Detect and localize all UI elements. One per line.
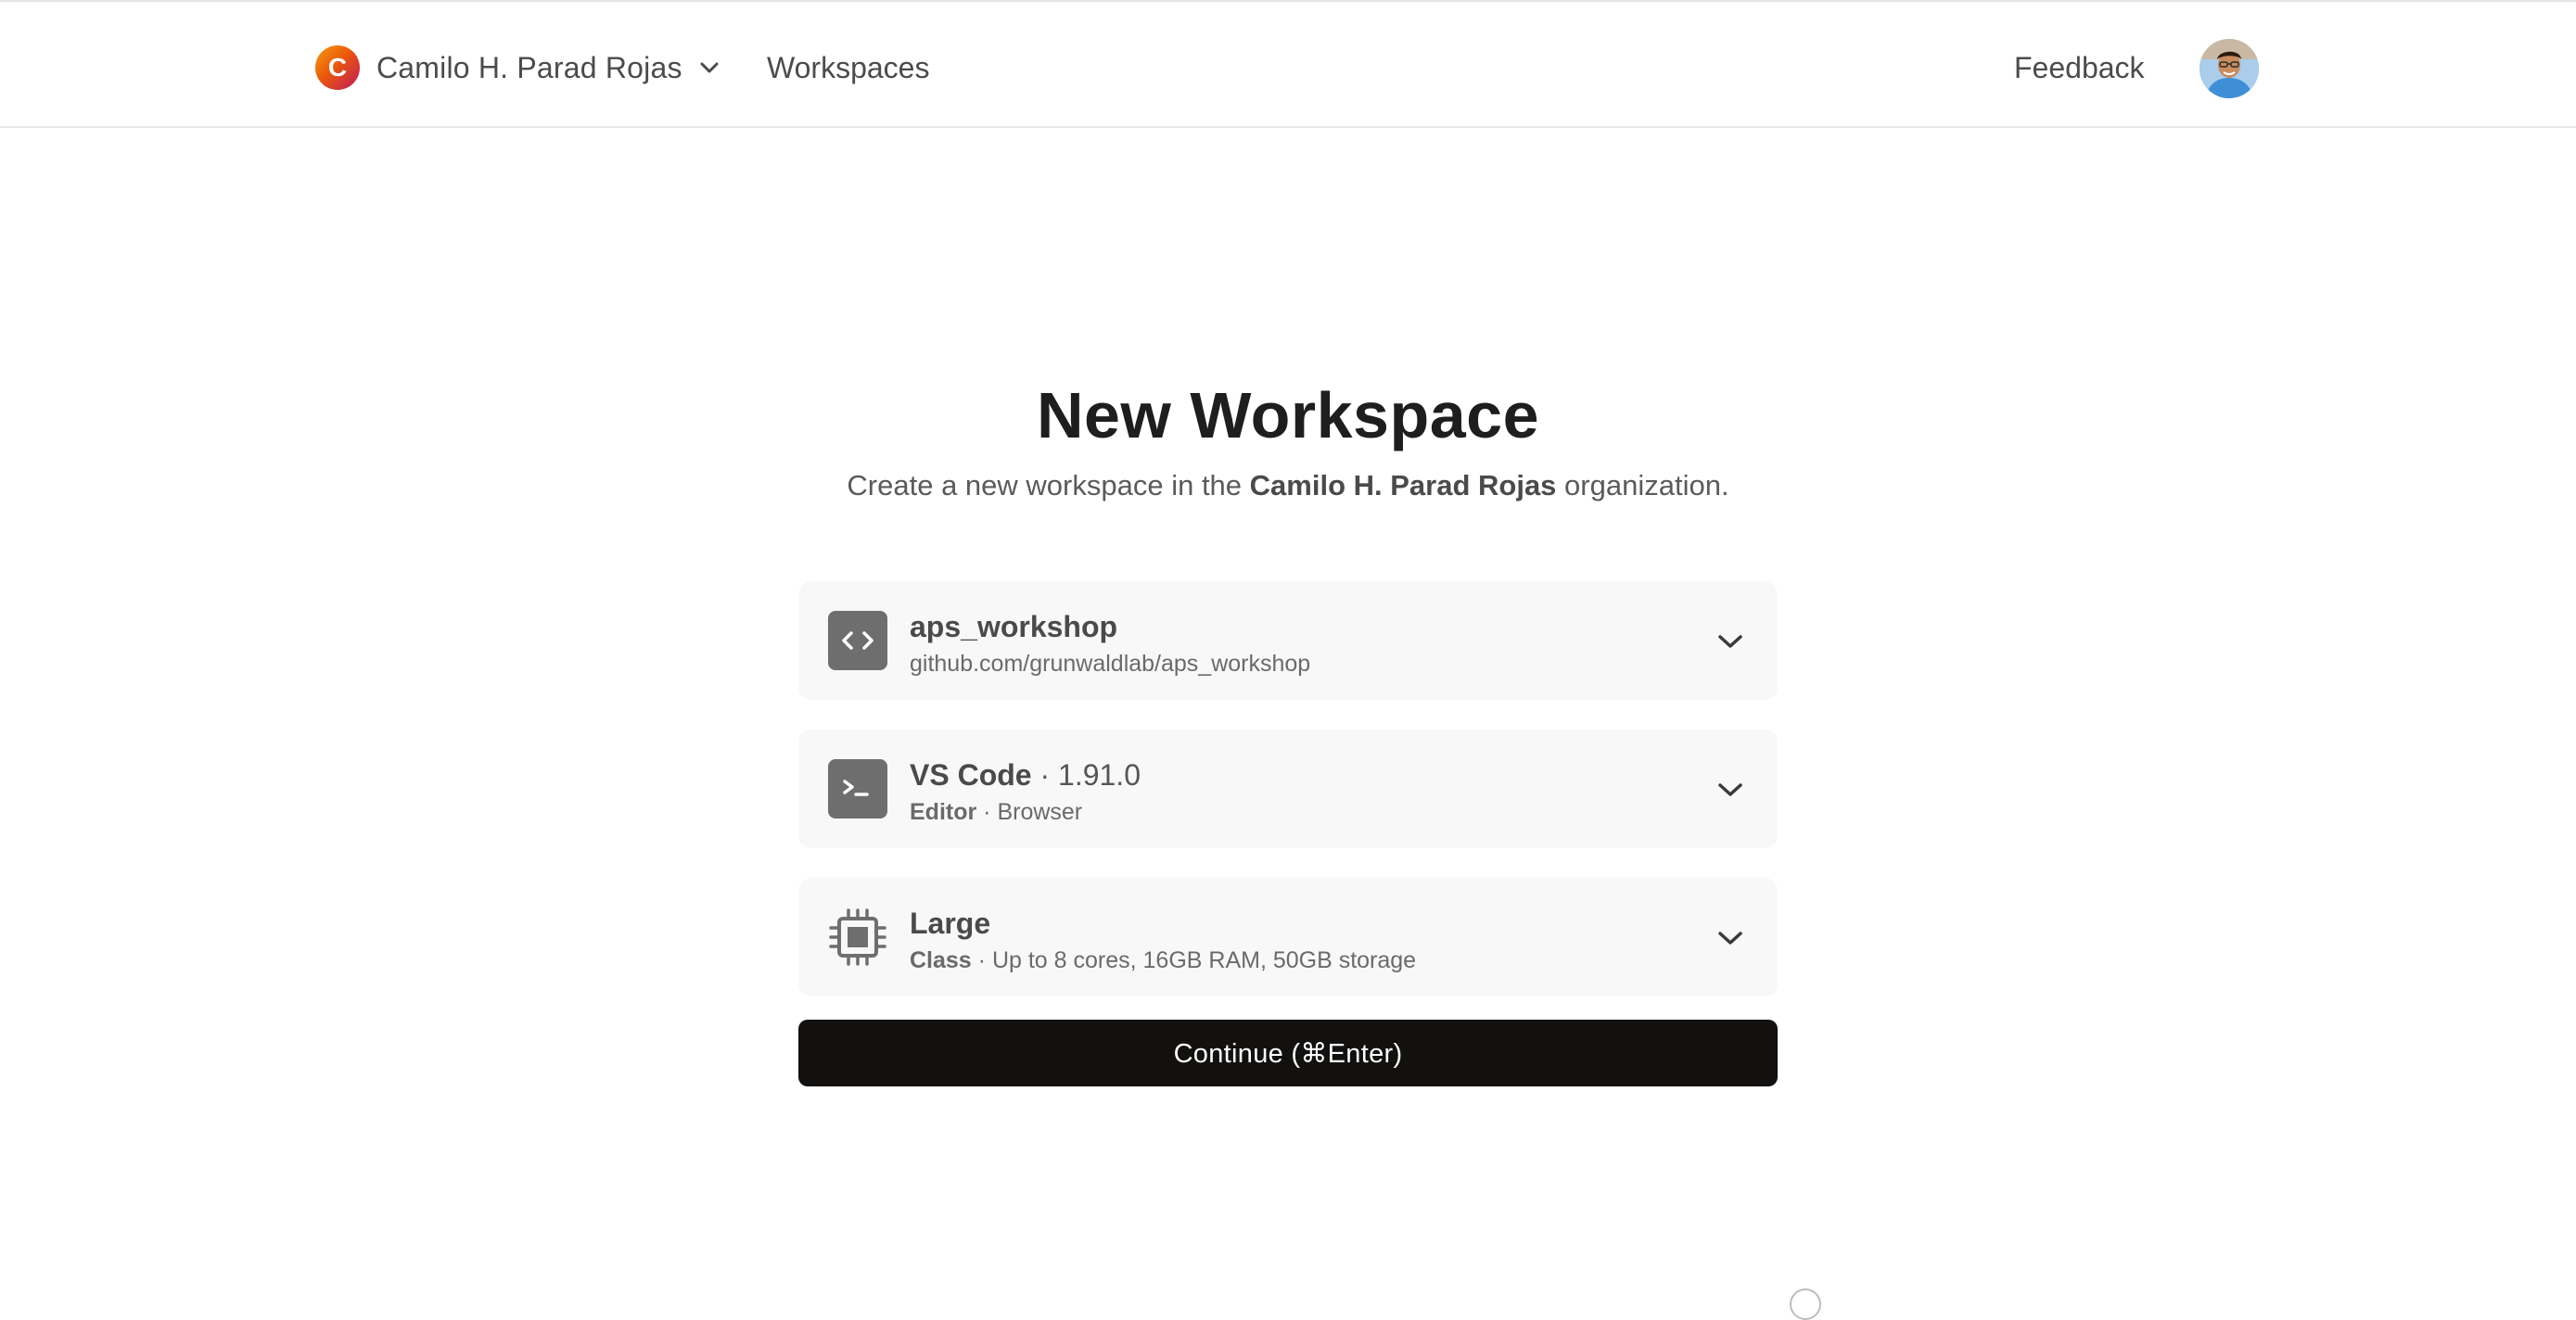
user-photo [2200, 39, 2259, 98]
machine-class-name: Large [910, 907, 991, 940]
editor-version: 1.91.0 [1058, 758, 1141, 792]
editor-dot: · [976, 799, 998, 825]
continue-button[interactable]: Continue (⌘Enter) [798, 1020, 1778, 1086]
editor-title: VS Code · 1.91.0 [910, 755, 1141, 794]
terminal-icon [828, 759, 887, 819]
user-avatar[interactable] [2200, 39, 2259, 98]
editor-selector[interactable]: VS Code · 1.91.0 Editor · Browser [798, 730, 1778, 848]
top-navigation: C Camilo H. Parad Rojas Workspaces Feedb… [0, 0, 2576, 128]
machine-class-label: Class [910, 947, 972, 973]
editor-meta: Editor · Browser [910, 796, 1082, 828]
org-switcher[interactable]: C Camilo H. Parad Rojas [315, 44, 720, 91]
subtitle-org-name: Camilo H. Parad Rojas [1249, 469, 1557, 501]
machine-class-meta: Class · Up to 8 cores, 16GB RAM, 50GB st… [910, 945, 1416, 976]
editor-label: Editor [910, 799, 977, 825]
org-avatar: C [315, 45, 360, 90]
chevron-down-icon [1716, 628, 1744, 655]
editor-separator: · [1031, 758, 1059, 792]
subtitle-suffix: organization. [1556, 469, 1729, 501]
machine-class-selector[interactable]: Large Class · Up to 8 cores, 16GB RAM, 5… [798, 878, 1778, 996]
repository-url: github.com/grunwaldlab/aps_workshop [910, 651, 1311, 677]
repository-selector[interactable]: aps_workshop github.com/grunwaldlab/aps_… [798, 581, 1778, 700]
editor-name: VS Code [910, 758, 1032, 792]
org-name: Camilo H. Parad Rojas [376, 50, 682, 84]
chevron-down-icon [1716, 924, 1744, 952]
machine-class-dot: · [971, 947, 992, 973]
nav-link-feedback[interactable]: Feedback [2014, 46, 2145, 89]
page-subtitle: Create a new workspace in the Camilo H. … [0, 465, 2576, 506]
partial-circle-icon [1790, 1288, 1821, 1320]
editor-mode: Browser [997, 799, 1083, 825]
nav-link-workspaces[interactable]: Workspaces [767, 46, 929, 89]
code-brackets-icon [828, 611, 887, 670]
machine-class-spec: Up to 8 cores, 16GB RAM, 50GB storage [991, 947, 1417, 973]
page-title: New Workspace [1036, 379, 1540, 451]
subtitle-prefix: Create a new workspace in the [847, 469, 1250, 501]
repository-name: aps_workshop [910, 610, 1118, 643]
chevron-down-icon [1716, 776, 1744, 804]
cpu-chip-icon [828, 908, 887, 967]
chevron-down-icon [699, 57, 720, 78]
